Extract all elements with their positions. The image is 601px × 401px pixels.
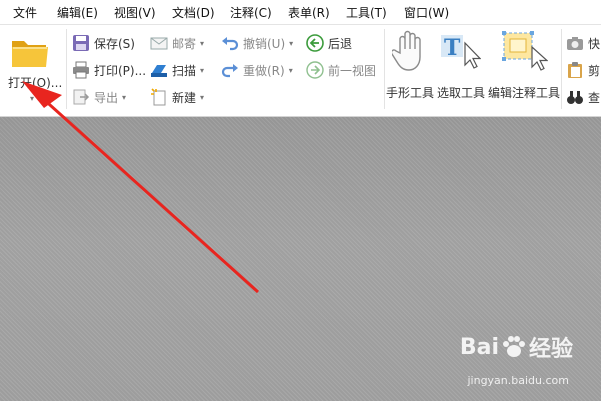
redo-icon (221, 64, 238, 78)
chevron-down-icon: ▾ (200, 65, 205, 75)
forward-arrow-icon (306, 61, 324, 79)
hand-icon (392, 30, 421, 71)
paw-icon (502, 336, 525, 357)
edit-annotation-tool-label: 编辑注释工具 (488, 86, 561, 100)
menu-window[interactable]: 窗口(W) (404, 4, 449, 21)
chevron-down-icon: ▾ (200, 92, 205, 102)
chevron-down-icon: ▾ (122, 92, 127, 102)
clipboard-button[interactable]: 剪 (566, 59, 600, 81)
chevron-down-icon: ▾ (200, 38, 205, 48)
select-tool-label: 选取工具 (437, 86, 486, 100)
export-icon (73, 89, 90, 105)
printer-icon (73, 61, 89, 79)
clipboard-icon (568, 62, 582, 78)
hand-tool-label: 手形工具 (386, 86, 435, 100)
scan-label: 扫描 (172, 63, 197, 78)
floppy-disk-icon (73, 35, 89, 51)
new-button[interactable]: 新建 ▾ (150, 86, 204, 108)
export-button[interactable]: 导出 ▾ (72, 86, 126, 108)
svg-text:T: T (444, 35, 461, 61)
chevron-down-icon: ▾ (30, 94, 35, 103)
find-label: 查 (588, 90, 601, 105)
back-button[interactable]: 后退 (306, 32, 352, 54)
menu-comment[interactable]: 注释(C) (230, 4, 272, 21)
envelope-icon (150, 37, 168, 50)
edit-annotation-tool-button[interactable]: 编辑注释工具 (488, 29, 560, 101)
snapshot-label: 快 (588, 36, 601, 51)
export-label: 导出 (94, 90, 119, 105)
forward-button[interactable]: 前一视图 (306, 59, 376, 81)
annotation-select-icon (502, 31, 548, 71)
folder-icon (12, 41, 48, 67)
undo-label: 撤销(U) (243, 36, 286, 51)
chevron-down-icon: ▾ (289, 38, 294, 48)
menu-edit[interactable]: 编辑(E) (57, 4, 98, 21)
back-label: 后退 (328, 36, 353, 51)
binoculars-icon (567, 91, 583, 104)
back-arrow-icon (306, 34, 324, 52)
undo-icon (222, 37, 239, 51)
save-button[interactable]: 保存(S) (72, 32, 135, 54)
scanner-icon (151, 65, 167, 77)
camera-icon (567, 37, 583, 50)
chevron-down-icon: ▾ (288, 65, 293, 75)
watermark-logo: Bai 经验 (460, 331, 573, 363)
divider (384, 29, 385, 109)
divider (561, 29, 562, 109)
snapshot-button[interactable]: 快 (566, 32, 600, 54)
clipboard-label: 剪 (588, 63, 601, 78)
open-button[interactable]: 打开(O)... ▾ (6, 31, 64, 103)
menu-form[interactable]: 表单(R) (288, 4, 330, 21)
save-label: 保存(S) (94, 36, 135, 51)
menu-document[interactable]: 文档(D) (172, 4, 215, 21)
scan-button[interactable]: 扫描 ▾ (150, 59, 204, 81)
email-label: 邮寄 (172, 36, 197, 51)
hand-tool-button[interactable]: 手形工具 (386, 29, 436, 101)
menu-file[interactable]: 文件 (13, 4, 37, 21)
menu-bar: 文件 编辑(E) 视图(V) 文档(D) 注释(C) 表单(R) 工具(T) 窗… (0, 0, 601, 25)
select-tool-button[interactable]: T 选取工具 (437, 29, 487, 101)
forward-label: 前一视图 (328, 63, 377, 78)
divider (66, 29, 67, 109)
text-select-icon: T (441, 35, 481, 69)
watermark-url: jingyan.baidu.com (467, 374, 569, 387)
print-button[interactable]: 打印(P)... (72, 59, 146, 81)
print-label: 打印(P)... (94, 63, 147, 78)
watermark-brand-prefix: Bai (459, 334, 499, 360)
find-button[interactable]: 查 (566, 86, 600, 108)
new-label: 新建 (172, 90, 197, 105)
email-button[interactable]: 邮寄 ▾ (150, 32, 204, 54)
open-label: 打开(O)... (8, 76, 63, 90)
redo-label: 重做(R) (243, 63, 285, 78)
new-document-icon (151, 88, 166, 106)
undo-button[interactable]: 撤销(U) ▾ (221, 32, 293, 54)
redo-button[interactable]: 重做(R) ▾ (221, 59, 293, 81)
watermark-brand-suffix: 经验 (528, 337, 573, 362)
menu-view[interactable]: 视图(V) (114, 4, 156, 21)
toolbar-ribbon: 打开(O)... ▾ 保存(S) 打印(P)... 导出 ▾ 邮寄 ▾ 扫描 ▾… (0, 25, 601, 117)
menu-tools[interactable]: 工具(T) (346, 4, 387, 21)
